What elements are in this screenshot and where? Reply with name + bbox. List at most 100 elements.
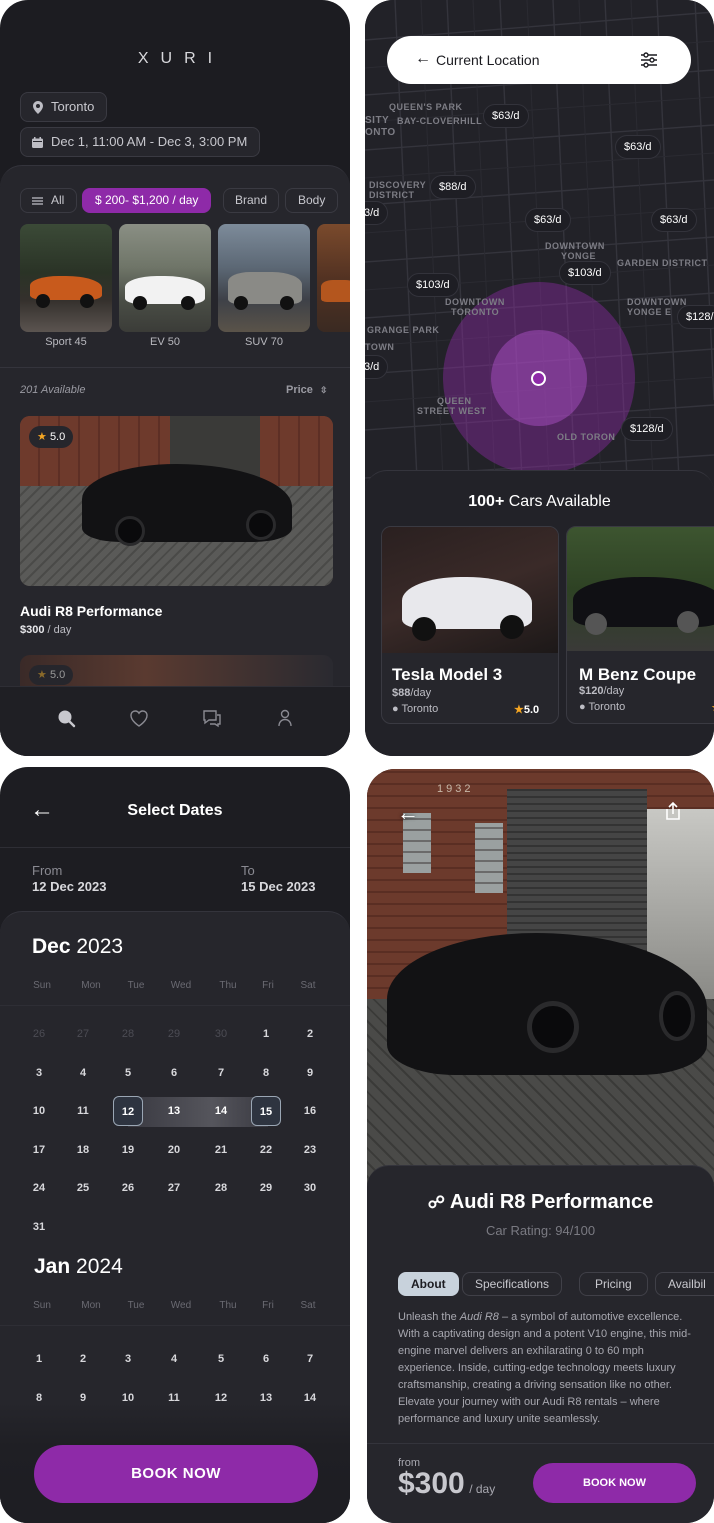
price-pin[interactable]: $63/d	[615, 135, 661, 159]
calendar-day[interactable]: 11	[159, 1383, 189, 1413]
to-date[interactable]: 15 Dec 2023	[241, 879, 315, 894]
calendar-day[interactable]: 10	[113, 1383, 143, 1413]
calendar-day[interactable]: 13	[159, 1096, 189, 1126]
calendar-day[interactable]: 19	[113, 1135, 143, 1165]
star-icon: ★	[514, 704, 524, 716]
calendar-day[interactable]: 6	[251, 1344, 281, 1374]
calendar-day-selected[interactable]: 15	[251, 1096, 281, 1126]
category-suv-image[interactable]	[218, 224, 310, 332]
calendar-day[interactable]: 28	[113, 1019, 143, 1049]
tab-availability[interactable]: Availbil	[655, 1272, 714, 1296]
calendar-day[interactable]: 21	[206, 1135, 236, 1165]
date-range-chip[interactable]: Dec 1, 11:00 AM - Dec 3, 3:00 PM	[20, 127, 261, 157]
map-label: DOWNTOWN	[545, 241, 605, 251]
price-pin[interactable]: $103/d	[559, 261, 611, 285]
calendar-day[interactable]: 24	[24, 1173, 54, 1203]
price-pin[interactable]: $103/d	[407, 273, 459, 297]
category-ev-image[interactable]	[119, 224, 211, 332]
calendar-day[interactable]: 29	[251, 1173, 281, 1203]
calendar-day[interactable]: 6	[159, 1058, 189, 1088]
price-pin[interactable]: $128/	[677, 305, 714, 329]
location-chip[interactable]: Toronto	[20, 92, 108, 122]
weekday-label: Mon	[81, 980, 101, 991]
calendar-day[interactable]: 2	[68, 1344, 98, 1374]
calendar-day[interactable]: 7	[206, 1058, 236, 1088]
calendar-day[interactable]: 26	[113, 1173, 143, 1203]
price-pin[interactable]: $63/d	[651, 208, 697, 232]
calendar-day[interactable]: 8	[251, 1058, 281, 1088]
weekday-label: Wed	[170, 1300, 192, 1311]
price-pin[interactable]: $128/d	[621, 417, 673, 441]
category-sport-image[interactable]	[20, 224, 112, 332]
category-more-image[interactable]	[317, 224, 350, 332]
calendar-day[interactable]: 14	[206, 1096, 236, 1126]
from-date[interactable]: 12 Dec 2023	[32, 879, 106, 894]
calendar-day[interactable]: 10	[24, 1096, 54, 1126]
calendar-day[interactable]: 1	[251, 1019, 281, 1049]
calendar-day[interactable]: 9	[295, 1058, 325, 1088]
calendar-day[interactable]: 8	[24, 1383, 54, 1413]
calendar-day[interactable]: 31	[24, 1212, 54, 1242]
sliders-icon	[32, 197, 43, 205]
calendar-day[interactable]: 13	[251, 1383, 281, 1413]
calendar-day[interactable]: 27	[68, 1019, 98, 1049]
heart-icon[interactable]	[125, 704, 153, 732]
sort-price-button[interactable]: Price ⇳	[286, 384, 328, 396]
car-card-benz[interactable]: M Benz Coupe $120/day ● Toronto ★	[566, 526, 714, 724]
price-pin[interactable]: $63/d	[525, 208, 571, 232]
map-label: TORONTO	[451, 307, 500, 317]
filter-all-chip[interactable]: All	[20, 188, 78, 213]
calendar-day[interactable]: 7	[295, 1344, 325, 1374]
calendar-day[interactable]: 14	[295, 1383, 325, 1413]
calendar-day[interactable]: 2	[295, 1019, 325, 1049]
calendar-day[interactable]: 30	[206, 1019, 236, 1049]
tab-about[interactable]: About	[398, 1272, 459, 1296]
calendar-day[interactable]: 4	[159, 1344, 189, 1374]
user-icon[interactable]	[271, 704, 299, 732]
calendar-day-selected[interactable]: 12	[113, 1096, 143, 1126]
calendar-day[interactable]: 12	[206, 1383, 236, 1413]
calendar-day[interactable]: 25	[68, 1173, 98, 1203]
calendar-day[interactable]: 3	[113, 1344, 143, 1374]
listing-title[interactable]: Audi R8 Performance	[20, 603, 162, 619]
calendar-day[interactable]: 30	[295, 1173, 325, 1203]
calendar-day[interactable]: 5	[206, 1344, 236, 1374]
location-search-bar[interactable]: ← Current Location	[387, 36, 691, 84]
calendar-day[interactable]: 16	[295, 1096, 325, 1126]
calendar-day[interactable]: 27	[159, 1173, 189, 1203]
car-card-tesla[interactable]: Tesla Model 3 $88/day ● Toronto ★5.0	[381, 526, 559, 724]
calendar-day[interactable]: 5	[113, 1058, 143, 1088]
calendar-day[interactable]: 29	[159, 1019, 189, 1049]
current-location-dot[interactable]	[531, 371, 546, 386]
tab-pricing[interactable]: Pricing	[579, 1272, 648, 1296]
calendar-day[interactable]: 20	[159, 1135, 189, 1165]
back-arrow-icon[interactable]: ←	[415, 50, 431, 68]
calendar-day[interactable]: 4	[68, 1058, 98, 1088]
calendar-day[interactable]: 11	[68, 1096, 98, 1126]
price-pin[interactable]: $88/d	[430, 175, 476, 199]
share-icon[interactable]	[663, 801, 683, 821]
book-now-button[interactable]: BOOK NOW	[34, 1445, 318, 1503]
weekday-label: Fri	[262, 980, 274, 991]
calendar-day[interactable]: 9	[68, 1383, 98, 1413]
search-icon[interactable]	[52, 704, 80, 732]
calendar-day[interactable]: 22	[251, 1135, 281, 1165]
description-part: – a symbol of automotive excellence. Wit…	[398, 1311, 691, 1425]
star-icon: ★	[37, 431, 47, 443]
tab-specifications[interactable]: Specifications	[462, 1272, 563, 1296]
calendar-day[interactable]: 23	[295, 1135, 325, 1165]
book-now-button[interactable]: BOOK NOW	[533, 1463, 696, 1503]
filter-brand-chip[interactable]: Brand	[223, 188, 280, 213]
filter-price-chip[interactable]: $ 200- $1,200 / day	[82, 188, 212, 213]
calendar-day[interactable]: 28	[206, 1173, 236, 1203]
calendar-day[interactable]: 18	[68, 1135, 98, 1165]
filter-settings-icon[interactable]	[640, 52, 658, 68]
calendar-day[interactable]: 1	[24, 1344, 54, 1374]
price-pin[interactable]: $63/d	[483, 104, 529, 128]
chat-icon[interactable]	[198, 704, 226, 732]
calendar-day[interactable]: 26	[24, 1019, 54, 1049]
back-arrow-icon[interactable]: ←	[397, 801, 419, 825]
filter-body-chip[interactable]: Body	[285, 188, 339, 213]
calendar-day[interactable]: 17	[24, 1135, 54, 1165]
calendar-day[interactable]: 3	[24, 1058, 54, 1088]
